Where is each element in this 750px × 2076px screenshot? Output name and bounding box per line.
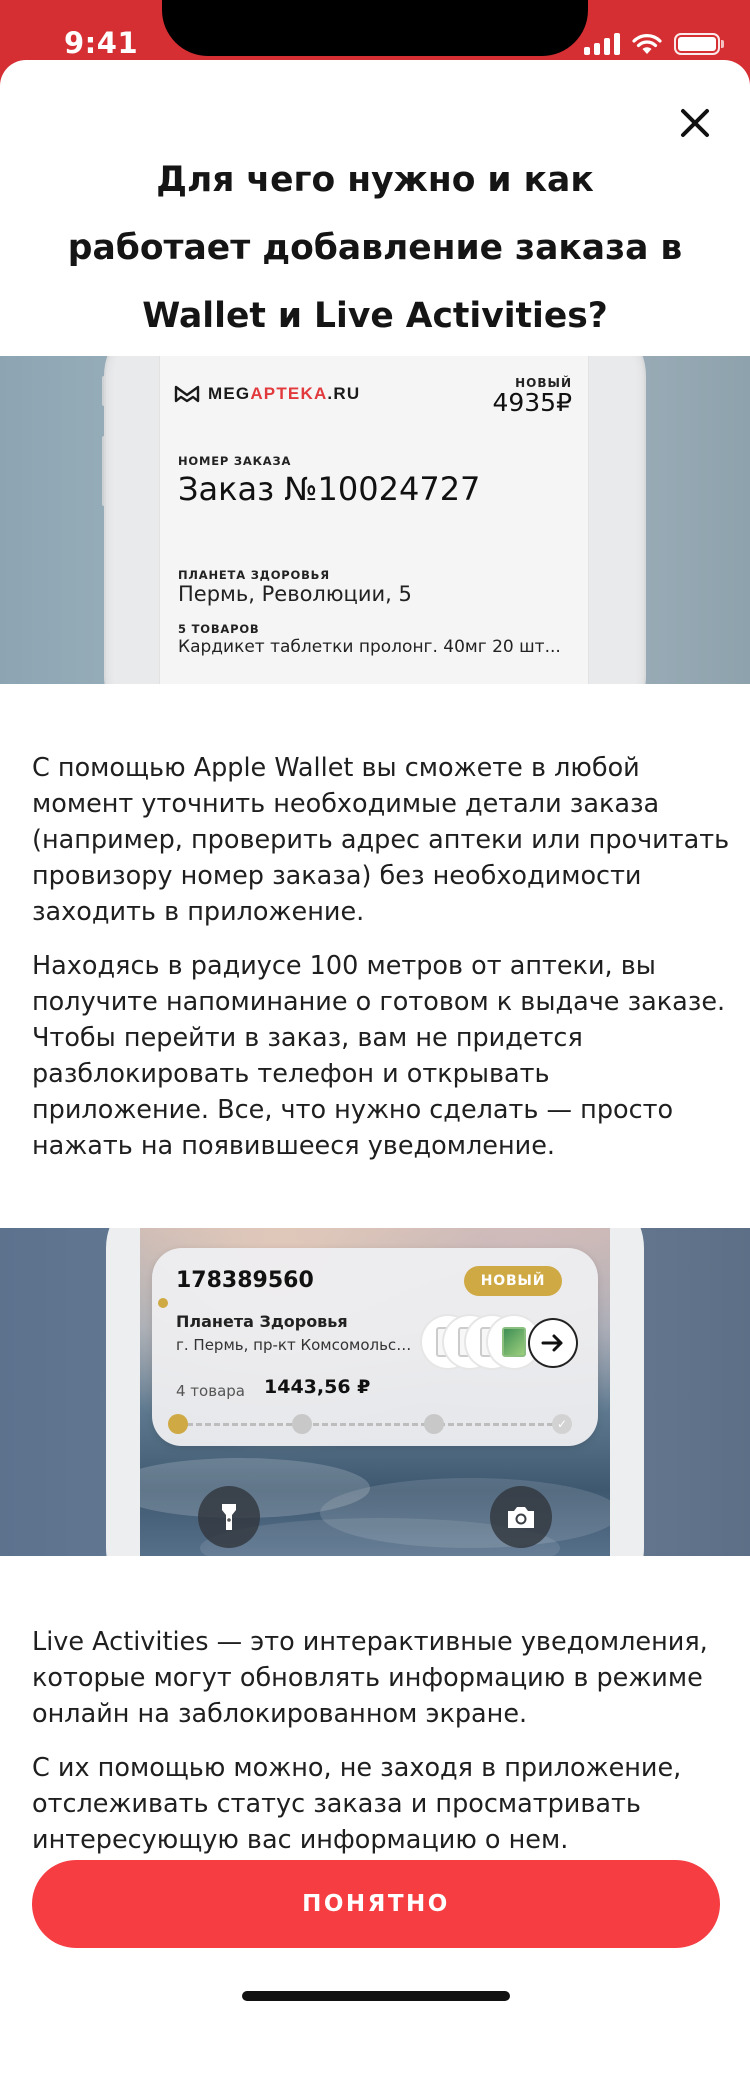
activity-items-count: 4 товара [176, 1382, 245, 1400]
pass-items-preview: Кардикет таблетки пролонг. 40мг 20 шт... [178, 637, 561, 657]
live-paragraph: Live Activities — это интерактивные увед… [32, 1627, 708, 1729]
status-badge: НОВЫЙ [464, 1266, 562, 1296]
wifi-icon [632, 34, 662, 54]
progress-step [168, 1414, 188, 1434]
wallet-illustration: MEGAPTEKA.RU НОВЫЙ 4935₽ НОМЕР ЗАКАЗА За… [0, 356, 750, 684]
progress-step [292, 1414, 312, 1434]
wallet-paragraph: Находясь в радиусе 100 метров от аптеки,… [32, 951, 726, 1161]
camera-button[interactable] [490, 1486, 552, 1548]
pass-items-label: 5 ТОВАРОВ [178, 622, 260, 636]
activity-total: 1443,56 ₽ [264, 1376, 371, 1398]
brand-logo: MEGAPTEKA.RU [174, 384, 360, 404]
status-dot [158, 1298, 168, 1308]
status-bar: 9:41 [0, 0, 750, 62]
open-order-button[interactable] [528, 1318, 578, 1368]
home-indicator [242, 1991, 510, 2001]
check-icon: ✓ [552, 1414, 572, 1434]
lock-screen: 178389560 НОВЫЙ Планета Здоровья г. Перм… [140, 1228, 610, 1556]
pass-order-title: Заказ №10024727 [178, 470, 481, 508]
live-paragraph: С их помощью можно, не заходя в приложен… [32, 1753, 682, 1855]
pass-store-label: ПЛАНЕТА ЗДОРОВЬЯ [178, 568, 330, 582]
status-icons [584, 32, 724, 56]
device-notch [162, 0, 588, 56]
activity-order-number: 178389560 [176, 1268, 314, 1293]
info-sheet: Для чего нужно и как работает добавление… [0, 60, 750, 2076]
live-activity-illustration: 178389560 НОВЫЙ Планета Здоровья г. Перм… [0, 1228, 750, 1556]
flashlight-button[interactable] [198, 1486, 260, 1548]
status-time: 9:41 [64, 26, 139, 60]
wallet-description: С помощью Apple Wallet вы сможете в любо… [32, 750, 732, 1164]
flashlight-icon [222, 1504, 236, 1530]
pass-store-address: Пермь, Революции, 5 [178, 582, 412, 606]
live-activity-card[interactable]: 178389560 НОВЫЙ Планета Здоровья г. Перм… [152, 1248, 598, 1446]
progress-track [178, 1423, 562, 1426]
progress-step [424, 1414, 444, 1434]
brand-name: MEGAPTEKA.RU [208, 384, 361, 403]
pass-price: 4935₽ [492, 388, 572, 417]
activity-store-name: Планета Здоровья [176, 1312, 348, 1331]
battery-icon [674, 33, 724, 55]
live-description: Live Activities — это интерактивные увед… [32, 1624, 732, 1858]
camera-icon [508, 1507, 534, 1528]
wallet-pass: MEGAPTEKA.RU НОВЫЙ 4935₽ НОМЕР ЗАКАЗА За… [160, 356, 588, 684]
wallet-paragraph: С помощью Apple Wallet вы сможете в любо… [32, 753, 730, 927]
sheet-title: Для чего нужно и как работает добавление… [67, 160, 683, 336]
close-icon [681, 109, 709, 137]
pass-order-label: НОМЕР ЗАКАЗА [178, 454, 292, 468]
arrow-right-icon [541, 1334, 563, 1352]
signal-icon [584, 33, 620, 55]
activity-store-address: г. Пермь, пр-кт Комсомольский [176, 1336, 416, 1354]
close-button[interactable] [670, 98, 720, 148]
understood-button[interactable]: ПОНЯТНО [32, 1860, 720, 1948]
megapteka-logo-icon [174, 385, 200, 403]
